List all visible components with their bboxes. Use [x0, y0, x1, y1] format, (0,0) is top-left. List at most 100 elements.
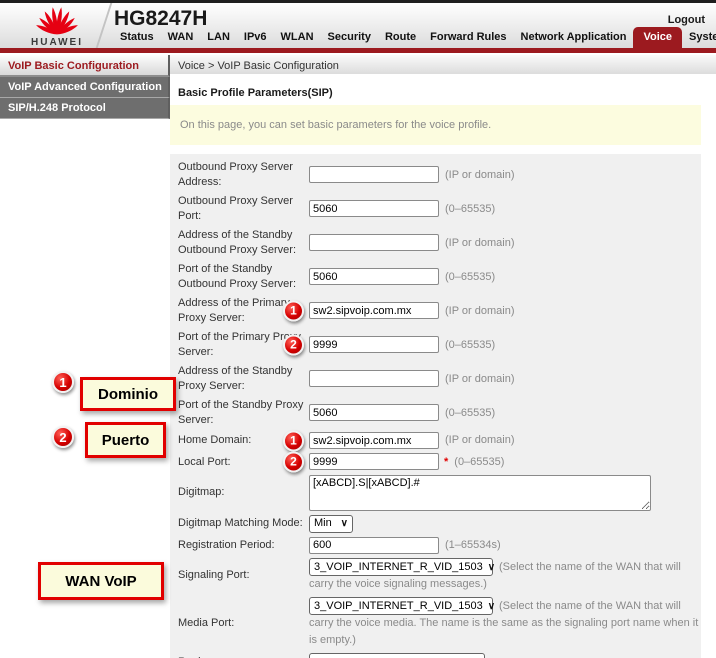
field-area: 1(IP or domain)	[309, 432, 701, 449]
tab-route[interactable]: Route	[378, 28, 423, 48]
header: HUAWEI HG8247H Logout StatusWANLANIPv6WL…	[0, 3, 716, 48]
field-area: (IP or domain)	[309, 370, 701, 387]
field-hint: (IP or domain)	[445, 434, 515, 446]
chevron-down-icon: ∨	[473, 654, 480, 658]
signaling-port-select[interactable]: 3_VOIP_INTERNET_R_VID_1503∨	[309, 558, 493, 576]
field-area: (0–65535)	[309, 404, 701, 421]
field-label: Outbound Proxy Server Address:	[178, 160, 309, 190]
select-value: 3_VOIP_INTERNET_R_VID_1503	[314, 598, 483, 615]
digitmap-textarea[interactable]	[309, 475, 651, 511]
page-content: Voice > VoIP Basic Configuration Basic P…	[170, 55, 716, 658]
field-label: Port of the Standby Outbound Proxy Serve…	[178, 262, 309, 292]
form-row: Address of the Standby Proxy Server: (IP …	[178, 362, 701, 396]
chevron-down-icon: ∨	[341, 515, 348, 532]
field-hint: (IP or domain)	[445, 237, 515, 249]
info-box: On this page, you can set basic paramete…	[170, 105, 701, 145]
address-of-the-standby-proxy-server-input[interactable]	[309, 370, 439, 387]
annotation-box-dominio: Dominio	[80, 377, 176, 411]
sidebar-item-voip-advanced-configuration[interactable]: VoIP Advanced Configuration	[0, 77, 170, 98]
address-of-the-standby-outbound-proxy-server-input[interactable]	[309, 234, 439, 251]
local-port-input[interactable]	[309, 453, 439, 470]
field-hint: (0–65535)	[445, 407, 495, 419]
field-hint: (IP or domain)	[445, 305, 515, 317]
form-row: Local Port:2*(0–65535)	[178, 451, 701, 472]
form-row: Port of the Standby Outbound Proxy Serve…	[178, 260, 701, 294]
content-inner: Basic Profile Parameters(SIP) On this pa…	[170, 77, 716, 658]
tab-wan[interactable]: WAN	[161, 28, 201, 48]
field-hint: (0–65535)	[454, 456, 504, 468]
form-row: Digitmap Matching Mode:Min∨	[178, 513, 701, 535]
annotation-badge-1: 1	[52, 371, 74, 393]
tab-wlan[interactable]: WLAN	[274, 28, 321, 48]
field-hint: (0–65535)	[445, 339, 495, 351]
sidebar-item-sip-h-248-protocol-conversion[interactable]: SIP/H.248 Protocol Conversion	[0, 98, 170, 119]
form-row: Port of the Primary Proxy Server:2(0–655…	[178, 328, 701, 362]
field-label: Registration Period:	[178, 538, 309, 553]
home-domain-input[interactable]	[309, 432, 439, 449]
field-area: 3_VOIP_INTERNET_R_VID_1503∨(Select the n…	[309, 597, 701, 649]
port-of-the-primary-proxy-server-input[interactable]	[309, 336, 439, 353]
tab-voice[interactable]: Voice	[633, 27, 682, 48]
registration-period-input[interactable]	[309, 537, 439, 554]
annotation-box-puerto: Puerto	[85, 422, 166, 458]
chevron-down-icon: ∨	[488, 598, 495, 615]
port-of-the-standby-outbound-proxy-server-input[interactable]	[309, 268, 439, 285]
form-row: Media Port:3_VOIP_INTERNET_R_VID_1503∨(S…	[178, 595, 701, 651]
field-area: (IP or domain)	[309, 166, 701, 183]
select-value: 3_VOIP_INTERNET_R_VID_1503	[314, 559, 483, 576]
address-of-the-primary-proxy-server-input[interactable]	[309, 302, 439, 319]
form-row: Address of the Standby Outbound Proxy Se…	[178, 226, 701, 260]
field-hint: (1–65534s)	[445, 539, 501, 551]
outbound-proxy-server-address-input[interactable]	[309, 166, 439, 183]
field-area: (1–65534s)	[309, 537, 701, 554]
tab-ipv6[interactable]: IPv6	[237, 28, 274, 48]
field-label: Digitmap:	[178, 485, 309, 500]
form-row: Outbound Proxy Server Address: (IP or dom…	[178, 158, 701, 192]
tab-forward-rules[interactable]: Forward Rules	[423, 28, 513, 48]
field-label: Signaling Port:	[178, 568, 309, 583]
annotation-badge-1: 1	[283, 301, 304, 322]
field-area: Min ∨	[309, 515, 701, 533]
field-label: Port of the Standby Proxy Server:	[178, 398, 309, 428]
annotation-box-wan-voip: WAN VoIP	[38, 562, 164, 600]
port-of-the-standby-proxy-server-input[interactable]	[309, 404, 439, 421]
field-area: ∨	[309, 653, 701, 658]
breadcrumb: Voice > VoIP Basic Configuration	[170, 55, 716, 77]
form-row: Address of the Primary Proxy Server:1(IP…	[178, 294, 701, 328]
form-row: Registration Period: (1–65534s)	[178, 535, 701, 556]
annotation-badge-2: 2	[52, 426, 74, 448]
field-area: 3_VOIP_INTERNET_R_VID_1503∨(Select the n…	[309, 558, 701, 593]
outbound-proxy-server-port-input[interactable]	[309, 200, 439, 217]
tab-network-application[interactable]: Network Application	[514, 28, 634, 48]
field-hint: (IP or domain)	[445, 169, 515, 181]
form-panel: Outbound Proxy Server Address: (IP or dom…	[170, 154, 701, 658]
tab-system-tools[interactable]: System Tools	[682, 28, 716, 48]
field-area: (IP or domain)	[309, 234, 701, 251]
region-select[interactable]: ∨	[309, 653, 485, 658]
nav-tabs: StatusWANLANIPv6WLANSecurityRouteForward…	[113, 27, 716, 48]
form-row: Outbound Proxy Server Port:(0–65535)	[178, 192, 701, 226]
field-label: Address of the Standby Proxy Server:	[178, 364, 309, 394]
annotation-badge-1: 1	[283, 430, 304, 451]
tab-status[interactable]: Status	[113, 28, 161, 48]
logout-link[interactable]: Logout	[668, 14, 705, 26]
huawei-flower-icon	[34, 6, 80, 39]
annotation-badge-2: 2	[283, 452, 304, 473]
form-row: Signaling Port:3_VOIP_INTERNET_R_VID_150…	[178, 556, 701, 595]
tab-security[interactable]: Security	[321, 28, 378, 48]
tab-lan[interactable]: LAN	[200, 28, 237, 48]
router-admin-page: HUAWEI HG8247H Logout StatusWANLANIPv6WL…	[0, 0, 716, 658]
field-hint: (0–65535)	[445, 203, 495, 215]
form-row: Port of the Standby Proxy Server: (0–6553…	[178, 396, 701, 430]
form-row: Home Domain:1(IP or domain)	[178, 430, 701, 451]
form-row: Digitmap:	[178, 473, 701, 513]
field-label: Address of the Standby Outbound Proxy Se…	[178, 228, 309, 258]
select-value: Min	[314, 515, 332, 532]
sidebar-item-voip-basic-configuration[interactable]: VoIP Basic Configuration	[0, 55, 170, 77]
brand-text: HUAWEI	[14, 37, 100, 48]
field-hint: (0–65535)	[445, 271, 495, 283]
annotation-badge-2: 2	[283, 335, 304, 356]
digitmap-matching-mode-select[interactable]: Min ∨	[309, 515, 353, 533]
field-hint: (IP or domain)	[445, 373, 515, 385]
media-port-select[interactable]: 3_VOIP_INTERNET_R_VID_1503 ∨	[309, 597, 493, 615]
